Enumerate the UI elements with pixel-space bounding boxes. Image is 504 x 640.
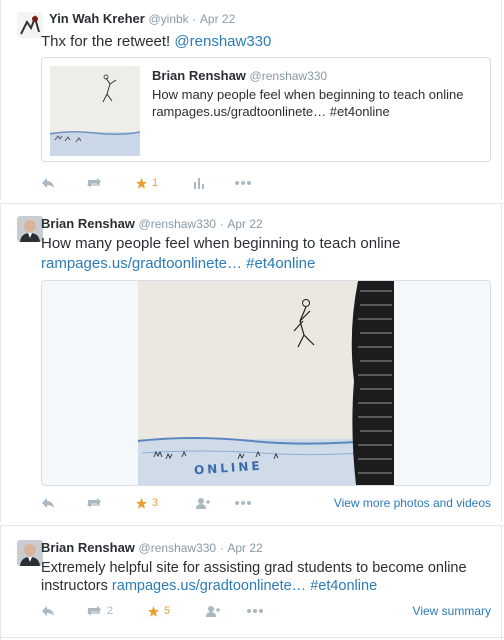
- more-button[interactable]: [247, 609, 263, 613]
- reply-button[interactable]: [41, 177, 55, 189]
- tweet-actions: 2 5 View summary: [41, 602, 491, 620]
- tweet-text-line-1: Extremely helpful site for assisting gra…: [41, 560, 467, 576]
- quoted-author-handle[interactable]: @renshaw330: [250, 69, 328, 83]
- retweet-count: 2: [107, 605, 114, 617]
- avatar[interactable]: [17, 216, 43, 242]
- retweet-icon: [87, 498, 101, 508]
- favorite-button[interactable]: 1: [135, 177, 158, 190]
- bar-chart-icon: [194, 178, 204, 189]
- timestamp[interactable]: Apr 22: [200, 12, 235, 26]
- star-icon: [136, 497, 147, 509]
- tweet-header: Brian Renshaw @renshaw330 · Apr 22: [41, 540, 263, 555]
- tweet-text: Thx for the retweet! @renshaw330: [41, 32, 271, 52]
- analytics-button[interactable]: [193, 177, 205, 189]
- separator-dot: ·: [219, 217, 224, 231]
- reply-button[interactable]: [41, 605, 55, 617]
- author-name[interactable]: Brian Renshaw: [41, 540, 135, 555]
- add-user-icon: [196, 498, 210, 509]
- more-button[interactable]: [235, 181, 251, 185]
- tweet-header: Yin Wah Kreher @yinbk · Apr 22: [49, 11, 235, 26]
- timestamp[interactable]: Apr 22: [227, 541, 262, 555]
- more-button[interactable]: [235, 501, 251, 505]
- add-user-icon: [206, 606, 220, 617]
- favorite-count: 1: [152, 177, 159, 189]
- mention-link[interactable]: @renshaw330: [174, 33, 271, 50]
- tweet-actions: 3 View more photos and videos: [41, 494, 491, 512]
- quoted-tweet-thumbnail: [49, 66, 141, 156]
- favorite-button[interactable]: 5: [147, 605, 170, 618]
- tweet-2[interactable]: Brian Renshaw @renshaw330 · Apr 22 How m…: [0, 204, 502, 522]
- tweet-link[interactable]: rampages.us/gradtoonlinete… #et4online: [41, 254, 315, 274]
- view-more-photos-link[interactable]: View more photos and videos: [334, 496, 491, 510]
- favorite-count: 5: [164, 605, 171, 617]
- author-name[interactable]: Yin Wah Kreher: [49, 11, 145, 26]
- quoted-tweet[interactable]: Brian Renshaw @renshaw330 How many peopl…: [41, 57, 491, 162]
- retweet-icon: [87, 178, 101, 188]
- retweet-button[interactable]: [85, 497, 103, 509]
- star-icon: [148, 605, 159, 617]
- timestamp[interactable]: Apr 22: [227, 217, 262, 231]
- more-dots-icon: [247, 609, 263, 613]
- favorite-button[interactable]: 3: [135, 497, 158, 510]
- quoted-link[interactable]: rampages.us/gradtoonlinete… #et4online: [152, 103, 390, 120]
- author-name[interactable]: Brian Renshaw: [41, 216, 135, 231]
- star-icon: [136, 177, 147, 189]
- tweet-link[interactable]: rampages.us/gradtoonlinete… #et4online: [112, 578, 377, 594]
- quoted-header: Brian Renshaw @renshaw330: [152, 68, 327, 83]
- tweet-text-line-2: instructors rampages.us/gradtoonlinete… …: [41, 576, 377, 596]
- reply-button[interactable]: [41, 497, 55, 509]
- more-dots-icon: [235, 181, 251, 185]
- retweet-icon: [87, 606, 101, 616]
- tweet-1[interactable]: Yin Wah Kreher @yinbk · Apr 22 Thx for t…: [0, 0, 502, 200]
- retweet-button[interactable]: 2: [85, 605, 113, 617]
- separator-dot: ·: [219, 541, 224, 555]
- author-handle[interactable]: @yinbk: [148, 12, 188, 26]
- follow-button[interactable]: [195, 497, 211, 509]
- quoted-text: How many people feel when beginning to t…: [152, 87, 464, 102]
- tweet-actions: 1: [41, 174, 491, 192]
- reply-icon: [42, 606, 54, 616]
- tweet-photo-image: [42, 281, 490, 485]
- author-handle[interactable]: @renshaw330: [139, 217, 217, 231]
- tweet-text-body: Thx for the retweet!: [41, 33, 171, 50]
- tweet-text: How many people feel when beginning to t…: [41, 235, 401, 252]
- tweet-3[interactable]: Brian Renshaw @renshaw330 · Apr 22 Extre…: [0, 526, 502, 640]
- tweet-header: Brian Renshaw @renshaw330 · Apr 22: [41, 216, 263, 231]
- avatar[interactable]: [17, 540, 43, 566]
- author-handle[interactable]: @renshaw330: [139, 541, 217, 555]
- retweet-button[interactable]: [85, 177, 103, 189]
- divider: [0, 637, 504, 638]
- separator-dot: ·: [192, 12, 197, 26]
- more-dots-icon: [235, 501, 251, 505]
- drawing-thumbnail-image: [49, 66, 141, 156]
- view-summary-link[interactable]: View summary: [413, 604, 491, 618]
- avatar[interactable]: [17, 12, 43, 38]
- reply-icon: [42, 178, 54, 188]
- follow-button[interactable]: [205, 605, 221, 617]
- reply-icon: [42, 498, 54, 508]
- favorite-count: 3: [152, 497, 159, 509]
- quoted-author-name[interactable]: Brian Renshaw: [152, 68, 246, 83]
- tweet-text-prefix: instructors: [41, 578, 112, 594]
- tweet-photo[interactable]: ONLINE: [41, 280, 491, 486]
